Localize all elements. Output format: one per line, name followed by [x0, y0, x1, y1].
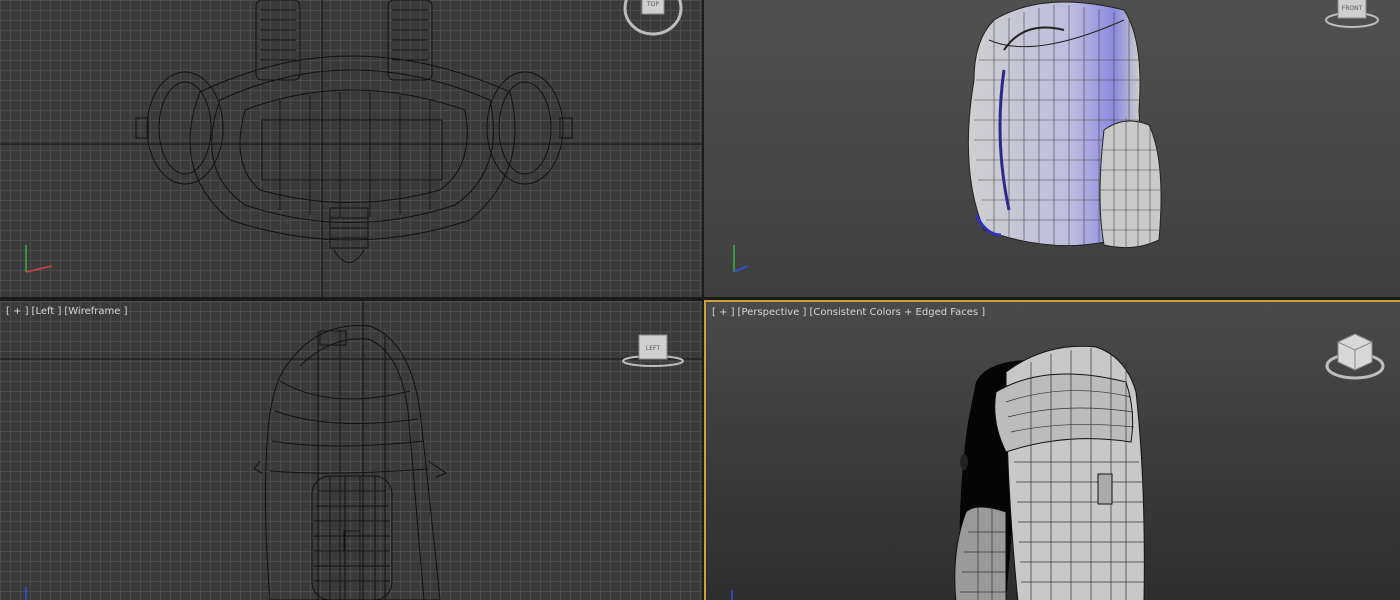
front-view-shaded-model: [733, 1, 1162, 273]
viewport-top[interactable]: TOP: [0, 0, 702, 297]
left-view-wireframe: [0, 301, 702, 600]
axis-gizmo: [733, 245, 749, 273]
viewcube-top-label: TOP: [646, 1, 659, 8]
viewcube-perspective[interactable]: [1322, 326, 1388, 390]
viewcube-left[interactable]: LEFT: [620, 331, 686, 373]
viewport-perspective[interactable]: [ + ] [Perspective ] [Consistent Colors + …: [704, 300, 1400, 600]
viewcube-front-label: FRONT: [1342, 5, 1363, 12]
viewport-front[interactable]: FRONT: [704, 0, 1400, 297]
viewport-layout: TOP FRONT [+] [Left] [Wireframe] LEF…: [0, 0, 1400, 600]
top-view-wireframe: [0, 0, 702, 297]
viewcube-top[interactable]: TOP: [622, 0, 684, 44]
viewport-left[interactable]: [ + ] [Left ] [Wireframe ] LEFT: [0, 301, 702, 600]
perspective-shaded-model: [731, 345, 1146, 600]
axis-gizmo: [25, 245, 53, 273]
viewcube-front[interactable]: FRONT: [1321, 0, 1383, 36]
viewcube-left-label: LEFT: [646, 345, 660, 352]
